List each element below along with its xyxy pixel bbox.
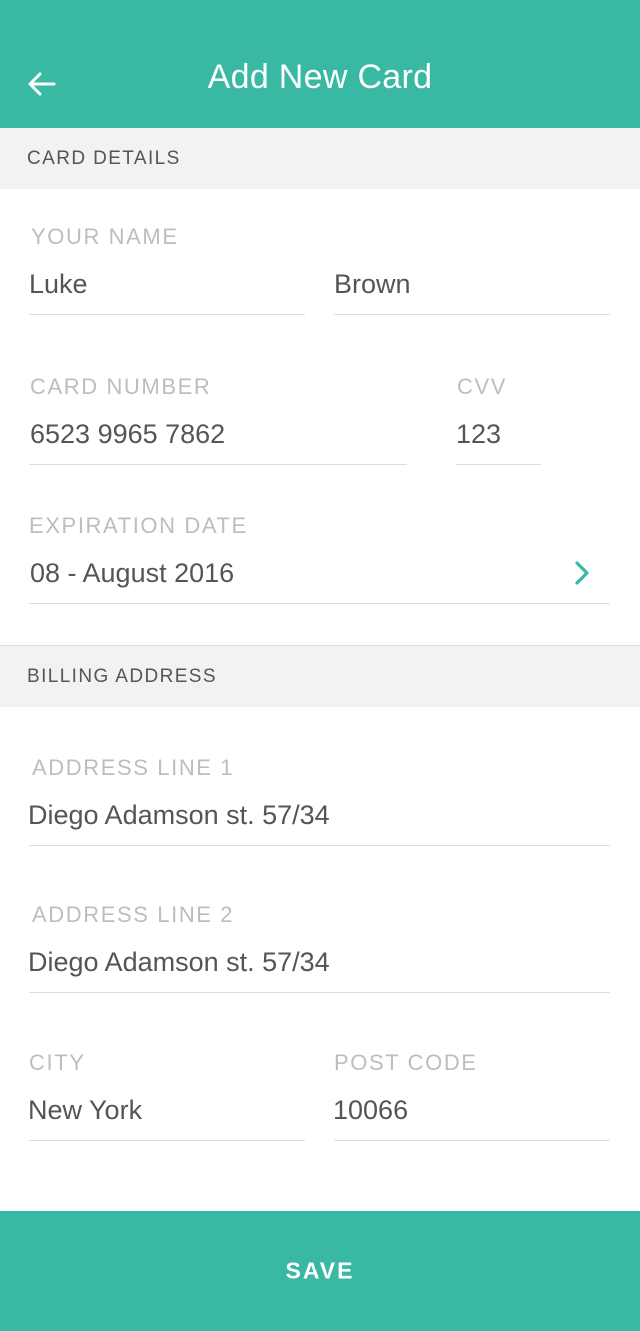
cvv-input[interactable]: 123	[456, 412, 541, 468]
cvv-label: CVV	[457, 374, 508, 399]
post-code-input[interactable]: 10066	[333, 1088, 610, 1144]
your-name-label: YOUR NAME	[31, 224, 179, 249]
cvv-underline	[456, 464, 541, 465]
card-number-value: 6523 9965 7862	[30, 419, 226, 449]
post-code-value: 10066	[333, 1095, 409, 1125]
post-code-label: POST CODE	[334, 1050, 478, 1075]
first-name-underline	[29, 314, 305, 315]
section-header-card-details: CARD DETAILS	[0, 128, 640, 189]
address-line-2-label: ADDRESS LINE 2	[32, 902, 235, 927]
page-title: Add New Card	[207, 58, 433, 96]
app-header: Add New Card	[0, 0, 640, 128]
city-label: CITY	[29, 1050, 86, 1075]
post-code-underline	[334, 1140, 610, 1141]
expiration-date-picker[interactable]: 08 - August 2016	[29, 551, 610, 607]
first-name-input[interactable]: Luke	[29, 262, 305, 318]
city-value: New York	[28, 1095, 143, 1125]
address-line-2-underline	[29, 992, 610, 993]
save-button-label: SAVE	[285, 1257, 355, 1284]
card-number-underline	[29, 464, 407, 465]
expiration-date-label: EXPIRATION DATE	[29, 513, 248, 538]
section-label-billing-address: BILLING ADDRESS	[27, 665, 217, 687]
card-number-label: CARD NUMBER	[30, 374, 212, 399]
section-label-card-details: CARD DETAILS	[27, 147, 181, 169]
address-line-2-value: Diego Adamson st. 57/34	[28, 947, 330, 977]
cvv-value: 123	[456, 419, 502, 449]
address-line-1-underline	[29, 845, 610, 846]
address-line-1-value: Diego Adamson st. 57/34	[28, 800, 330, 830]
expiration-date-value: 08 - August 2016	[30, 558, 235, 588]
save-button[interactable]: SAVE	[0, 1211, 640, 1331]
expiration-date-underline	[29, 603, 610, 604]
section-header-billing-address: BILLING ADDRESS	[0, 645, 640, 707]
card-number-input[interactable]: 6523 9965 7862	[29, 412, 407, 468]
city-input[interactable]: New York	[28, 1088, 305, 1144]
address-line-2-input[interactable]: Diego Adamson st. 57/34	[28, 940, 610, 996]
address-line-1-input[interactable]: Diego Adamson st. 57/34	[28, 793, 610, 849]
last-name-input[interactable]: Brown	[334, 262, 610, 318]
last-name-value: Brown	[334, 269, 411, 299]
chevron-right-icon[interactable]	[570, 558, 594, 588]
city-underline	[29, 1140, 305, 1141]
last-name-underline	[334, 314, 610, 315]
first-name-value: Luke	[29, 269, 88, 299]
address-line-1-label: ADDRESS LINE 1	[32, 755, 235, 780]
